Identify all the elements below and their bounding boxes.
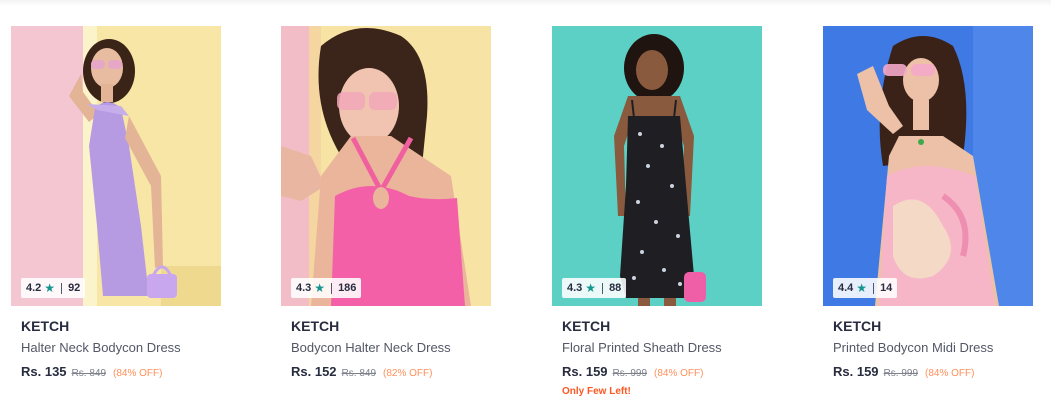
low-stock-label: Only Few Left! [562, 386, 631, 397]
top-divider [0, 0, 1051, 6]
original-price: Rs. 999 [883, 368, 919, 379]
product-card[interactable]: 4.3 ★ 88 KETCH Floral Printed Sheath Dre… [552, 26, 762, 407]
product-price: Rs. 152 Rs. 849 (82% OFF) [291, 364, 432, 379]
rating-separator [61, 282, 63, 294]
original-price: Rs. 999 [612, 368, 648, 379]
discount-percent: (82% OFF) [383, 368, 433, 379]
product-card[interactable]: 4.3 ★ 186 KETCH Bodycon Halter Neck Dres… [281, 26, 491, 407]
rating-value: 4.2 [26, 282, 42, 294]
star-icon: ★ [314, 281, 326, 295]
product-brand: KETCH [291, 318, 340, 334]
rating-separator [873, 282, 875, 294]
rating-value: 4.3 [296, 282, 312, 294]
product-card[interactable]: 4.2 ★ 92 KETCH Halter Neck Bodycon Dress… [11, 26, 221, 407]
original-price: Rs. 849 [341, 368, 377, 379]
discount-percent: (84% OFF) [654, 368, 704, 379]
selling-price: Rs. 159 [833, 364, 879, 379]
product-title[interactable]: Bodycon Halter Neck Dress [291, 340, 451, 355]
product-price: Rs. 159 Rs. 999 (84% OFF) [833, 364, 974, 379]
product-brand: KETCH [833, 318, 882, 334]
product-image[interactable] [552, 26, 762, 306]
product-title[interactable]: Printed Bodycon Midi Dress [833, 340, 993, 355]
rating-value: 4.3 [567, 282, 583, 294]
product-card[interactable]: 4.4 ★ 14 KETCH Printed Bodycon Midi Dres… [823, 26, 1033, 407]
rating-count: 14 [880, 282, 893, 294]
rating-separator [602, 282, 604, 294]
product-price: Rs. 159 Rs. 999 (84% OFF) [562, 364, 703, 379]
star-icon: ★ [585, 281, 597, 295]
rating-badge: 4.2 ★ 92 [21, 278, 86, 298]
selling-price: Rs. 135 [21, 364, 67, 379]
rating-badge: 4.4 ★ 14 [833, 278, 898, 298]
rating-badge: 4.3 ★ 88 [562, 278, 627, 298]
product-brand: KETCH [562, 318, 611, 334]
product-title[interactable]: Halter Neck Bodycon Dress [21, 340, 181, 355]
product-brand: KETCH [21, 318, 70, 334]
rating-count: 186 [338, 282, 357, 294]
selling-price: Rs. 159 [562, 364, 608, 379]
product-image[interactable] [11, 26, 221, 306]
rating-count: 88 [609, 282, 622, 294]
selling-price: Rs. 152 [291, 364, 337, 379]
discount-percent: (84% OFF) [113, 368, 163, 379]
rating-value: 4.4 [838, 282, 854, 294]
rating-badge: 4.3 ★ 186 [291, 278, 362, 298]
rating-separator [331, 282, 333, 294]
product-title[interactable]: Floral Printed Sheath Dress [562, 340, 722, 355]
star-icon: ★ [44, 281, 56, 295]
discount-percent: (84% OFF) [925, 368, 975, 379]
rating-count: 92 [68, 282, 81, 294]
product-image[interactable] [823, 26, 1033, 306]
original-price: Rs. 849 [71, 368, 107, 379]
star-icon: ★ [856, 281, 868, 295]
product-image[interactable] [281, 26, 491, 306]
product-price: Rs. 135 Rs. 849 (84% OFF) [21, 364, 162, 379]
